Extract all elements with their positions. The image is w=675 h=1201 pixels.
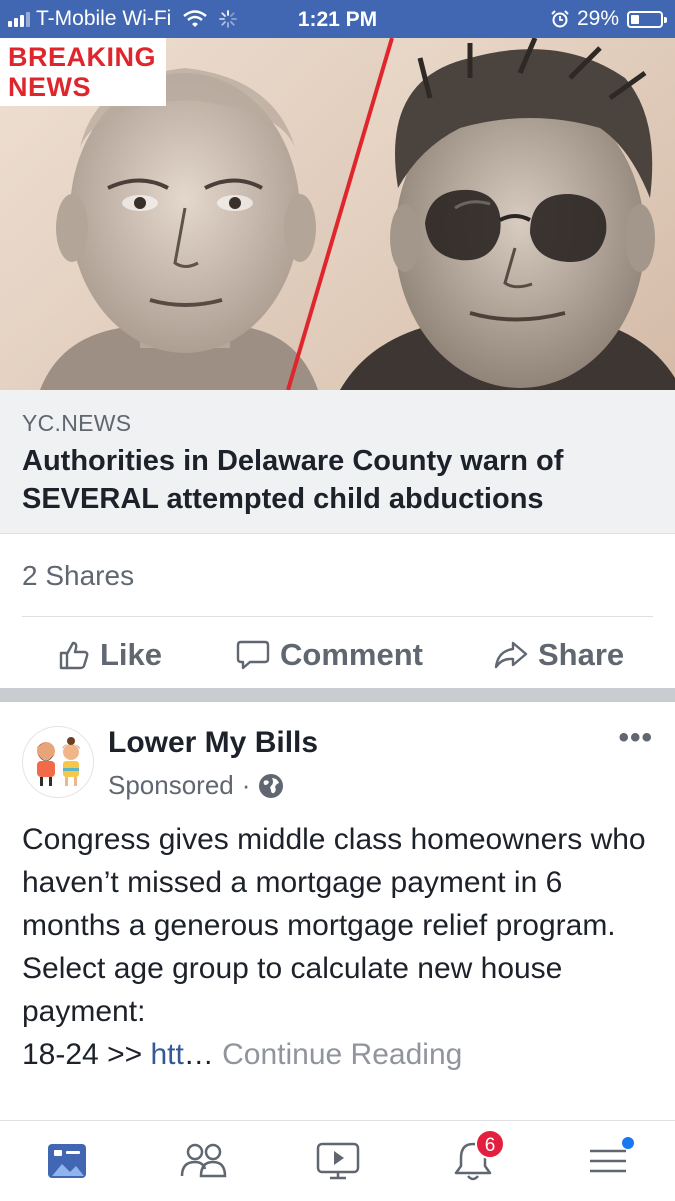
link-domain: YC.NEWS (22, 410, 132, 436)
post-actions: Like Comment Share (0, 625, 675, 685)
breaking-news-badge: BREAKING NEWS (0, 38, 167, 106)
more-options-icon[interactable]: ••• (618, 723, 653, 753)
status-bar: T-Mobile Wi-Fi 1:21 PM 29% (0, 0, 675, 38)
share-count[interactable]: 2 Shares (22, 560, 134, 592)
alarm-icon (551, 10, 569, 28)
tab-friends[interactable] (173, 1133, 233, 1189)
badge-line-1: BREAKING (8, 42, 157, 72)
like-label: Like (100, 637, 163, 672)
sponsored-line: Sponsored · (108, 770, 284, 801)
continue-reading-link[interactable]: Continue Reading (214, 1038, 462, 1071)
comment-icon (236, 640, 270, 670)
divider (22, 616, 653, 617)
ad-body: Congress gives middle class homeowners w… (22, 818, 662, 1076)
link-preview[interactable]: YC.NEWS Authorities in Delaware County w… (0, 390, 675, 534)
tab-watch[interactable] (308, 1133, 368, 1189)
feed-separator (0, 688, 675, 702)
globe-icon (259, 773, 284, 798)
battery-percent: 29% (576, 7, 619, 30)
watch-icon (316, 1142, 360, 1180)
ad-age-prefix: 18-24 >> (22, 1038, 151, 1071)
share-label: Share (538, 637, 625, 672)
badge-line-2: NEWS (8, 72, 91, 102)
share-button[interactable]: Share (494, 625, 624, 685)
status-right: 29% (551, 7, 667, 31)
battery-icon (627, 10, 667, 28)
sponsored-label: Sponsored (108, 770, 234, 800)
menu-icon (590, 1149, 626, 1173)
ad-body-text: Congress gives middle class homeowners w… (22, 823, 646, 1028)
friends-icon (180, 1143, 227, 1178)
share-arrow-icon (494, 641, 528, 669)
tab-news-feed[interactable] (37, 1133, 97, 1189)
page-avatar[interactable] (22, 726, 94, 798)
thumbs-up-icon (59, 641, 89, 670)
like-button[interactable]: Like (58, 625, 162, 685)
bottom-tab-bar: 6 (0, 1120, 675, 1201)
news-feed-icon (48, 1144, 86, 1178)
lower-my-bills-logo-icon (36, 737, 80, 786)
page-name[interactable]: Lower My Bills (108, 726, 318, 760)
ad-link[interactable]: htt (150, 1038, 183, 1071)
post-image[interactable]: BREAKING NEWS (0, 38, 675, 390)
link-headline[interactable]: Authorities in Delaware County warn of S… (22, 442, 652, 518)
menu-notification-dot (622, 1137, 634, 1149)
dot-separator: · (241, 770, 251, 800)
comment-label: Comment (280, 637, 423, 672)
ad-ellipsis: … (183, 1038, 214, 1071)
comment-button[interactable]: Comment (236, 625, 423, 685)
notification-count-badge: 6 (475, 1129, 505, 1159)
